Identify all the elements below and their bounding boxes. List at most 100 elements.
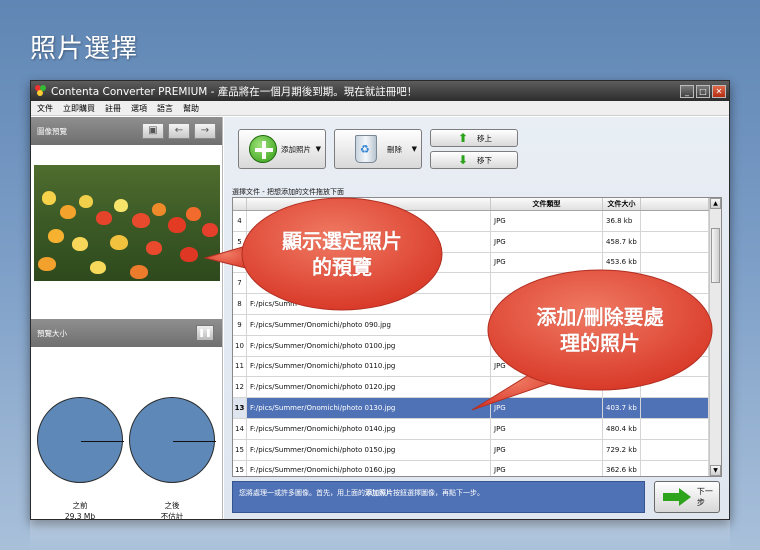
row-file-size: 36.8 kb — [603, 211, 641, 231]
header-file-type: 文件類型 — [491, 198, 603, 210]
row-blank — [641, 398, 709, 418]
recycle-bin-icon — [355, 135, 377, 163]
menu-options[interactable]: 選項 — [131, 103, 147, 114]
next-arrow-icon[interactable]: → — [194, 123, 216, 139]
after-pie — [129, 397, 216, 483]
row-path: F:/pics/Summ — [247, 294, 491, 314]
hint-after: 按鈕選擇圖像，再點下一步。 — [393, 489, 484, 497]
menu-bar: 文件 立即購買 註冊 選項 語言 幫助 — [31, 101, 729, 116]
row-path: F:/pics/Summer/Onomichi/photo 0150.jpg — [247, 439, 491, 460]
close-button[interactable]: ✕ — [712, 84, 726, 98]
preview-image — [34, 165, 220, 281]
rotate-icon[interactable]: ▣ — [142, 123, 164, 139]
delete-button[interactable]: 刪除 ▼ — [334, 129, 422, 169]
row-file-type: JPG — [491, 252, 603, 273]
dropdown-arrow-icon: ▼ — [411, 145, 417, 153]
row-file-type: JPG — [491, 398, 603, 418]
row-blank — [641, 252, 709, 273]
row-index: 8 — [233, 294, 247, 314]
row-index: 6 — [233, 252, 247, 273]
row-index: 14 — [233, 418, 247, 439]
preview-header: 圖像預覽 ▣ ← → — [31, 117, 222, 145]
menu-help[interactable]: 幫助 — [183, 103, 199, 114]
row-path: F:/pics/Summer/Onomichi/photo 0120.jpg — [247, 377, 491, 398]
row-blank — [641, 377, 709, 398]
after-label: 之後 — [164, 501, 180, 510]
table-row[interactable]: 15 F:/pics/Summer/Onomichi/photo 0160.jpg… — [233, 460, 721, 476]
row-file-size: ...7 kb — [603, 377, 641, 398]
row-file-type: JPG — [491, 231, 603, 252]
delete-label: 刪除 — [387, 144, 402, 154]
scroll-down-icon[interactable]: ▼ — [710, 465, 721, 476]
preview-callout-line2: 的預覽 — [312, 255, 372, 279]
minimize-button[interactable]: _ — [680, 84, 694, 98]
row-blank — [641, 356, 709, 377]
row-blank — [641, 418, 709, 439]
menu-buy-now[interactable]: 立即購買 — [63, 103, 95, 114]
header-index — [233, 198, 247, 210]
after-stat: 之後 不估計 — [127, 500, 217, 519]
window-title: Contenta Converter PREMIUM - 產品將在一個月期後到期… — [51, 85, 418, 98]
size-label: 預覽大小 — [37, 328, 67, 338]
move-up-label: 移上 — [477, 133, 492, 143]
add-photo-button[interactable]: 添加照片 ▼ — [238, 129, 326, 169]
next-step-button[interactable]: 下一步 — [654, 481, 720, 513]
up-arrow-icon: ⬆ — [457, 131, 469, 145]
add-photo-label: 添加照片 — [281, 144, 311, 154]
row-path: F:/pics/Summer/Onomichi/photo 0140.jpg — [247, 418, 491, 439]
list-caption: 選擇文件 - 把想添加的文件拖放下面 — [232, 188, 344, 196]
row-index: 11 — [233, 356, 247, 377]
table-row[interactable]: 11 F:/pics/Summer/Onomichi/photo 0110.jpg… — [233, 356, 721, 378]
before-value: 29.3 Mb — [64, 512, 96, 520]
row-file-size: 403.7 kb — [603, 398, 641, 418]
scroll-up-icon[interactable]: ▲ — [710, 198, 721, 209]
row-index: 15 — [233, 460, 247, 476]
preview-area — [31, 145, 222, 315]
scroll-thumb[interactable] — [711, 228, 720, 283]
right-arrow-icon — [663, 488, 691, 506]
row-file-size: 458.7 kb — [603, 231, 641, 252]
hint-before: 您將處理一或許多圖像。首先，用上面的 — [239, 489, 365, 497]
preview-callout-text: 顯示選定照片 的預覽 — [252, 228, 432, 280]
row-index: 15 — [233, 439, 247, 460]
row-path: F:/pics/Summer/Onomichi/photo 0160.jpg — [247, 460, 491, 476]
table-row[interactable]: 13 F:/pics/Summer/Onomichi/photo 0130.jpg… — [233, 398, 721, 419]
move-down-button[interactable]: ⬇ 移下 — [430, 151, 518, 169]
row-file-type: JPG — [491, 439, 603, 460]
row-blank — [641, 231, 709, 252]
maximize-button[interactable]: □ — [696, 84, 710, 98]
prev-arrow-icon[interactable]: ← — [168, 123, 190, 139]
before-pie — [37, 397, 124, 483]
row-index: 12 — [233, 377, 247, 398]
menu-register[interactable]: 註冊 — [105, 103, 121, 114]
header-file-size: 文件大小 — [603, 198, 641, 210]
pause-icon[interactable]: ❚❚ — [196, 325, 214, 341]
move-down-label: 移下 — [477, 155, 492, 165]
left-panel: 圖像預覽 ▣ ← → 預覽大小 ❚❚ 之前 29.3 Mb 之後 不估計 — [31, 117, 223, 520]
row-file-size: 453.6 kb — [603, 252, 641, 273]
row-file-type: JPG — [491, 356, 603, 377]
row-index: 9 — [233, 314, 247, 335]
row-index: 10 — [233, 335, 247, 356]
row-file-size — [603, 273, 641, 294]
header-blank — [641, 198, 709, 210]
table-row[interactable]: 14 F:/pics/Summer/Onomichi/photo 0140.jpg… — [233, 418, 721, 440]
row-index: 5 — [233, 231, 247, 252]
row-blank — [641, 439, 709, 460]
list-scrollbar[interactable]: ▲ ▼ — [709, 198, 721, 476]
table-row[interactable]: 15 F:/pics/Summer/Onomichi/photo 0150.jpg… — [233, 439, 721, 461]
dropdown-arrow-icon: ▼ — [315, 145, 321, 153]
move-up-button[interactable]: ⬆ 移上 — [430, 129, 518, 147]
table-row[interactable]: 12 F:/pics/Summer/Onomichi/photo 0120.jpg… — [233, 377, 721, 399]
row-index: 7 — [233, 273, 247, 294]
preview-label: 圖像預覽 — [37, 126, 67, 136]
menu-file[interactable]: 文件 — [37, 103, 53, 114]
file-list-header: 文件類型 文件大小 — [233, 198, 721, 211]
row-index: 4 — [233, 211, 247, 231]
next-step-label: 下一步 — [696, 487, 713, 507]
row-file-type: JPG — [491, 418, 603, 439]
menu-language[interactable]: 語言 — [157, 103, 173, 114]
row-blank — [641, 211, 709, 231]
before-label: 之前 — [72, 501, 88, 510]
row-path: F:/pics/Summer/Onomichi/photo 090.jpg — [247, 314, 491, 335]
